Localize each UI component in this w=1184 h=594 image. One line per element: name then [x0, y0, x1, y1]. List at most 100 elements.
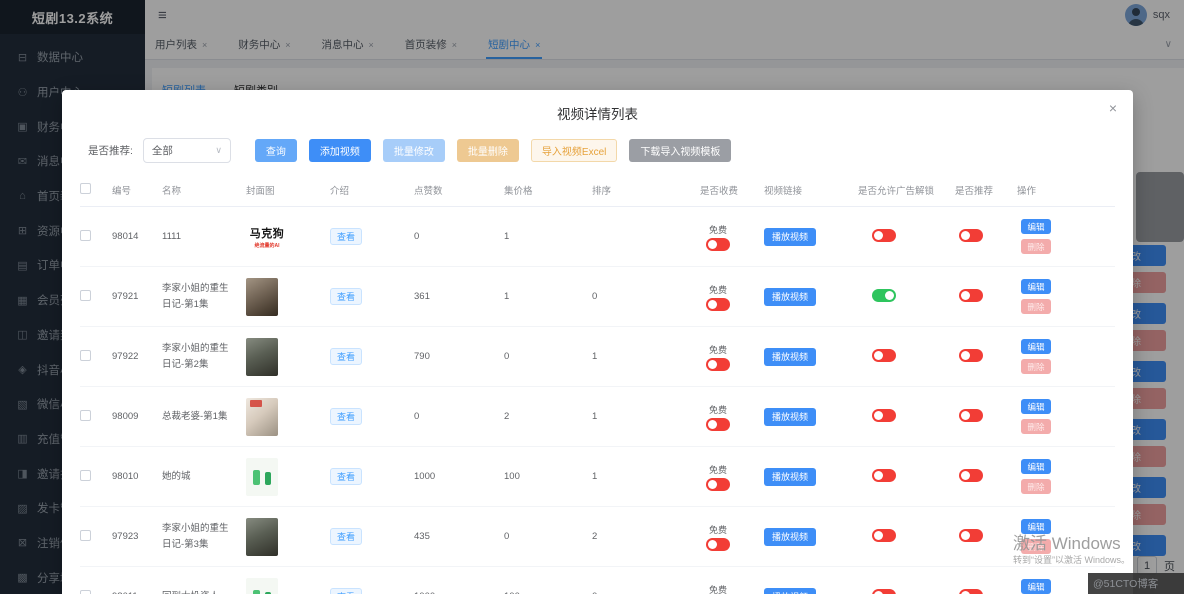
- recommend-toggle[interactable]: [959, 289, 983, 302]
- episode-price: 100: [504, 471, 592, 482]
- view-intro-button[interactable]: 查看: [330, 348, 362, 365]
- row-checkbox[interactable]: [80, 530, 91, 541]
- edit-button[interactable]: 编辑: [1021, 339, 1051, 354]
- toolbar-button[interactable]: 下载导入视频模板: [629, 139, 731, 162]
- column-header: 编号: [112, 183, 162, 197]
- video-id: 98014: [112, 231, 162, 242]
- row-checkbox[interactable]: [80, 590, 91, 594]
- recommend-toggle[interactable]: [959, 409, 983, 422]
- table-row: 98011 回到大投资人 查看 1000 100 0 免费 播放视频: [80, 567, 1115, 594]
- table-row: 98010 她的城 查看 1000 100 1 免费 播放视频: [80, 447, 1115, 507]
- play-video-button[interactable]: 播放视频: [764, 528, 816, 546]
- recommend-toggle[interactable]: [959, 229, 983, 242]
- episode-price: 0: [504, 531, 592, 542]
- recommend-toggle[interactable]: [959, 529, 983, 542]
- view-intro-button[interactable]: 查看: [330, 468, 362, 485]
- play-video-button[interactable]: 播放视频: [764, 408, 816, 426]
- delete-button[interactable]: 删除: [1021, 479, 1051, 494]
- column-header: 是否收费: [700, 183, 764, 197]
- column-header: 排序: [592, 183, 700, 197]
- video-name: 李家小姐的重生日记-第1集: [162, 281, 246, 312]
- charge-cell: 免费: [706, 223, 730, 251]
- cover-image: [246, 398, 278, 436]
- ad-unlock-toggle[interactable]: [872, 409, 896, 422]
- column-header: 名称: [162, 183, 246, 197]
- table-header-row: 编号名称封面图介绍点赞数集价格排序是否收费视频链接是否允许广告解锁是否推荐操作: [80, 173, 1115, 207]
- close-icon[interactable]: ×: [1109, 101, 1117, 115]
- row-checkbox[interactable]: [80, 290, 91, 301]
- row-checkbox[interactable]: [80, 230, 91, 241]
- edit-button[interactable]: 编辑: [1021, 519, 1051, 534]
- charge-cell: 免费: [706, 583, 730, 594]
- delete-button[interactable]: 删除: [1021, 539, 1051, 554]
- charge-toggle[interactable]: [706, 418, 730, 431]
- cover-image: [246, 338, 278, 376]
- row-operations: 编辑 删除: [1017, 339, 1107, 374]
- delete-button[interactable]: 删除: [1021, 299, 1051, 314]
- charge-cell: 免费: [706, 403, 730, 431]
- play-video-button[interactable]: 播放视频: [764, 228, 816, 246]
- charge-toggle[interactable]: [706, 358, 730, 371]
- cover-image: 马克狗绝流量的AI: [246, 222, 288, 252]
- edit-button[interactable]: 编辑: [1021, 399, 1051, 414]
- delete-button[interactable]: 删除: [1021, 359, 1051, 374]
- likes-count: 435: [414, 531, 504, 542]
- charge-toggle[interactable]: [706, 238, 730, 251]
- ad-unlock-toggle[interactable]: [872, 589, 896, 594]
- toolbar-button[interactable]: 添加视频: [309, 139, 371, 162]
- recommend-toggle[interactable]: [959, 349, 983, 362]
- recommend-toggle[interactable]: [959, 589, 983, 594]
- likes-count: 0: [414, 231, 504, 242]
- table-body: 98014 1111 马克狗绝流量的AI 查看 0 1 免费 播放视频: [80, 207, 1115, 594]
- toolbar-button[interactable]: 查询: [255, 139, 297, 162]
- view-intro-button[interactable]: 查看: [330, 228, 362, 245]
- edit-button[interactable]: 编辑: [1021, 459, 1051, 474]
- charge-toggle[interactable]: [706, 478, 730, 491]
- play-video-button[interactable]: 播放视频: [764, 588, 816, 594]
- row-checkbox[interactable]: [80, 350, 91, 361]
- chevron-down-icon: ∨: [215, 145, 222, 156]
- delete-button[interactable]: 删除: [1021, 239, 1051, 254]
- sort-order: 1: [592, 351, 700, 362]
- view-intro-button[interactable]: 查看: [330, 588, 362, 594]
- video-id: 98010: [112, 471, 162, 482]
- column-header: 是否推荐: [955, 183, 1017, 197]
- video-name: 她的城: [162, 469, 246, 485]
- play-video-button[interactable]: 播放视频: [764, 348, 816, 366]
- play-video-button[interactable]: 播放视频: [764, 468, 816, 486]
- row-checkbox[interactable]: [80, 410, 91, 421]
- site-watermark-badge: @51CTO博客: [1088, 573, 1184, 594]
- ad-unlock-toggle[interactable]: [872, 469, 896, 482]
- ad-unlock-toggle[interactable]: [872, 289, 896, 302]
- play-video-button[interactable]: 播放视频: [764, 288, 816, 306]
- row-checkbox[interactable]: [80, 470, 91, 481]
- view-intro-button[interactable]: 查看: [330, 528, 362, 545]
- video-name: 总裁老婆-第1集: [162, 409, 246, 425]
- column-header: 介绍: [330, 183, 414, 197]
- column-header: 操作: [1017, 183, 1107, 197]
- view-intro-button[interactable]: 查看: [330, 288, 362, 305]
- ad-unlock-toggle[interactable]: [872, 229, 896, 242]
- view-intro-button[interactable]: 查看: [330, 408, 362, 425]
- select-value: 全部: [152, 143, 173, 158]
- recommend-toggle[interactable]: [959, 469, 983, 482]
- charge-status-label: 免费: [709, 463, 727, 476]
- ad-unlock-toggle[interactable]: [872, 349, 896, 362]
- charge-status-label: 免费: [709, 283, 727, 296]
- ad-unlock-toggle[interactable]: [872, 529, 896, 542]
- toolbar-button[interactable]: 导入视频Excel: [531, 139, 617, 162]
- recommend-filter-select[interactable]: 全部 ∨: [143, 138, 231, 163]
- toolbar-button[interactable]: 批量修改: [383, 139, 445, 162]
- charge-toggle[interactable]: [706, 298, 730, 311]
- column-header: 视频链接: [764, 183, 858, 197]
- edit-button[interactable]: 编辑: [1021, 279, 1051, 294]
- table-row: 98014 1111 马克狗绝流量的AI 查看 0 1 免费 播放视频: [80, 207, 1115, 267]
- select-all-checkbox[interactable]: [80, 183, 91, 194]
- toolbar-button[interactable]: 批量删除: [457, 139, 519, 162]
- charge-toggle[interactable]: [706, 538, 730, 551]
- edit-button[interactable]: 编辑: [1021, 219, 1051, 234]
- video-detail-modal: 视频详情列表 × 是否推荐: 全部 ∨ 查询添加视频批量修改批量删除导入视频Ex…: [62, 90, 1133, 594]
- row-operations: 编辑 删除: [1017, 219, 1107, 254]
- delete-button[interactable]: 删除: [1021, 419, 1051, 434]
- edit-button[interactable]: 编辑: [1021, 579, 1051, 594]
